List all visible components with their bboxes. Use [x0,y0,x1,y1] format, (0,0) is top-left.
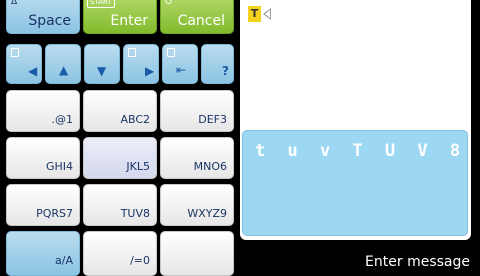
l-shoulder-icon [11,48,19,57]
arrow-left-icon: ◀ [28,64,38,78]
key-8[interactable]: TUV8 [83,184,157,226]
key-6-label: MNO6 [193,160,227,173]
space-key[interactable]: Δ Space [6,0,80,34]
square-badge-icon [167,48,175,57]
arrow-down-icon: ▼ [97,64,107,78]
enter-label: Enter [110,13,148,29]
space-label: Space [28,13,71,29]
help-icon: ? [222,64,229,78]
key-1-label: .@1 [51,113,74,126]
key-blank[interactable] [160,231,234,276]
key-9[interactable]: WXYZ9 [160,184,234,226]
r-shoulder-icon [128,48,136,57]
enter-key[interactable]: START Enter [83,0,157,34]
cursor-up-key[interactable]: ▲ [45,44,81,84]
backspace-icon: ⇤ [176,63,187,77]
key-3[interactable]: DEF3 [160,90,234,132]
start-badge: START [87,0,115,8]
key-5[interactable]: JKL5 [83,137,157,179]
key-0-label: /=0 [130,254,150,267]
cancel-label: Cancel [177,13,225,29]
key-0[interactable]: /=0 [83,231,157,276]
text-mode-badge: T [248,6,261,22]
key-1[interactable]: .@1 [6,90,80,132]
arrow-right-icon: ▶ [145,64,155,78]
case-toggle-key[interactable]: a/A [6,231,80,276]
triangle-badge-icon: Δ [11,0,18,7]
key-8-label: TUV8 [120,207,150,220]
key-3-label: DEF3 [198,113,227,126]
status-text: Enter message [365,254,470,270]
key-7[interactable]: PQRS7 [6,184,80,226]
cancel-key[interactable]: O Cancel [160,0,234,34]
cursor-down-key[interactable]: ▼ [84,44,120,84]
cursor-left-key[interactable]: ◀ [6,44,42,84]
key-4-label: GHI4 [45,160,73,173]
arrow-up-icon: ▲ [59,63,69,77]
help-key[interactable]: ? [201,44,234,84]
key-5-label: JKL5 [126,160,150,173]
speaker-icon [263,8,271,20]
key-6[interactable]: MNO6 [160,137,234,179]
text-entry-field[interactable]: t u v T U V 8 [242,130,468,236]
circle-badge-icon: O [165,0,173,7]
key-2-label: ABC2 [120,113,150,126]
case-toggle-label: a/A [55,254,73,267]
cursor-right-key[interactable]: ▶ [123,44,159,84]
key-9-label: WXYZ9 [187,207,227,220]
key-7-label: PQRS7 [36,207,73,220]
backspace-key[interactable]: ⇤ [162,44,198,84]
entry-text: t u v T U V 8 [255,141,467,161]
key-2[interactable]: ABC2 [83,90,157,132]
key-4[interactable]: GHI4 [6,137,80,179]
